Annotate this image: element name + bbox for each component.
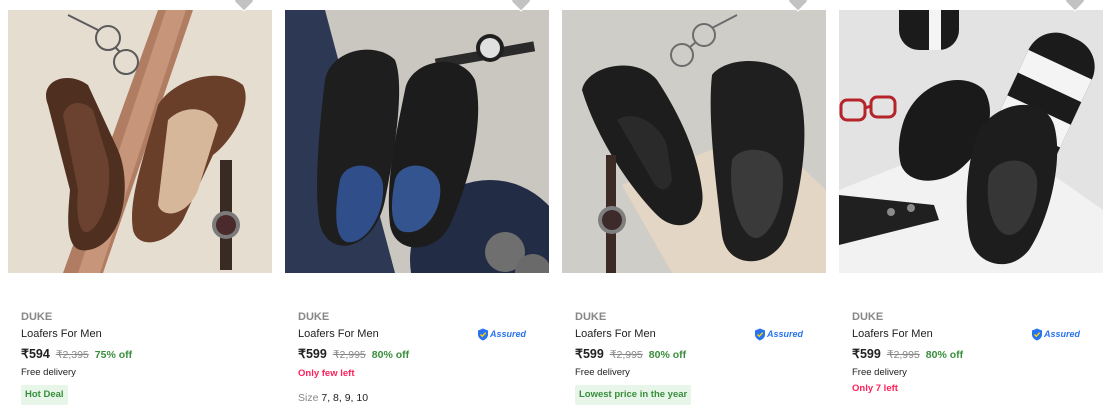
delivery-info: Free delivery — [575, 367, 630, 378]
discount-percent: 80% off — [371, 349, 410, 361]
wishlist-button[interactable] — [787, 0, 809, 14]
original-price: ₹2,995 — [886, 349, 920, 361]
wishlist-button[interactable] — [1064, 0, 1086, 14]
discount-percent: 80% off — [648, 349, 687, 361]
heart-icon — [511, 0, 531, 12]
product-info: DUKE Loafers For Men Assured ₹599 ₹2,995… — [852, 310, 1088, 396]
product-image[interactable] — [8, 10, 272, 273]
deal-badge: Hot Deal — [21, 385, 68, 405]
assured-label: Assured — [489, 329, 526, 339]
assured-shield-icon — [477, 328, 488, 340]
selling-price: ₹599 — [852, 347, 881, 361]
brand-name: DUKE — [298, 311, 330, 323]
size-label: Size — [298, 392, 319, 404]
deal-badge: Lowest price in the year — [575, 385, 692, 405]
delivery-info: Free delivery — [21, 367, 76, 378]
selling-price: ₹599 — [298, 347, 327, 361]
heart-icon — [234, 0, 254, 12]
selling-price: ₹599 — [575, 347, 604, 361]
selling-price: ₹594 — [21, 347, 50, 361]
available-sizes: Size 7, 8, 9, 10 — [298, 392, 534, 404]
product-photo — [562, 10, 826, 273]
original-price: ₹2,395 — [55, 349, 89, 361]
heart-icon — [788, 0, 808, 12]
product-photo — [839, 10, 1103, 273]
product-photo — [8, 10, 272, 273]
size-values: 7, 8, 9, 10 — [321, 392, 369, 404]
assured-badge: Assured — [1031, 327, 1080, 341]
product-image[interactable] — [839, 10, 1103, 273]
brand-name: DUKE — [575, 311, 607, 323]
wishlist-button[interactable] — [510, 0, 532, 14]
product-grid: DUKE Loafers For Men ₹594 ₹2,395 75% off… — [0, 0, 1106, 414]
assured-badge: Assured — [754, 327, 803, 341]
original-price: ₹2,995 — [332, 349, 366, 361]
product-card[interactable]: DUKE Loafers For Men Assured ₹599 ₹2,995… — [277, 0, 554, 414]
delivery-info: Free delivery — [852, 367, 907, 378]
assured-shield-icon — [754, 328, 765, 340]
product-title[interactable]: Loafers For Men — [21, 326, 257, 342]
product-info: DUKE Loafers For Men Assured ₹599 ₹2,995… — [298, 310, 534, 404]
product-card[interactable]: DUKE Loafers For Men Assured ₹599 ₹2,995… — [554, 0, 831, 414]
assured-label: Assured — [1043, 329, 1080, 339]
assured-badge: Assured — [477, 327, 526, 341]
product-info: DUKE Loafers For Men Assured ₹599 ₹2,995… — [575, 310, 811, 405]
assured-shield-icon — [1031, 328, 1042, 340]
assured-label: Assured — [766, 329, 803, 339]
original-price: ₹2,995 — [609, 349, 643, 361]
product-photo — [285, 10, 549, 273]
stock-status: Only 7 left — [852, 383, 898, 394]
brand-name: DUKE — [21, 311, 53, 323]
product-image[interactable] — [562, 10, 826, 273]
wishlist-button[interactable] — [233, 0, 255, 14]
brand-name: DUKE — [852, 311, 884, 323]
product-image[interactable] — [285, 10, 549, 273]
product-info: DUKE Loafers For Men ₹594 ₹2,395 75% off… — [21, 310, 257, 405]
product-card[interactable]: DUKE Loafers For Men ₹594 ₹2,395 75% off… — [0, 0, 277, 414]
product-card[interactable]: DUKE Loafers For Men Assured ₹599 ₹2,995… — [831, 0, 1106, 414]
discount-percent: 80% off — [925, 349, 964, 361]
stock-status: Only few left — [298, 368, 355, 379]
heart-icon — [1065, 0, 1085, 12]
discount-percent: 75% off — [94, 349, 133, 361]
